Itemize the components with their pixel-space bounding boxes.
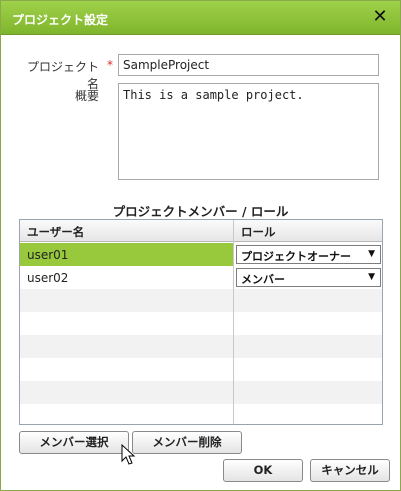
empty-row <box>20 358 382 381</box>
empty-row <box>20 381 382 404</box>
select-members-button[interactable]: メンバー選択 <box>19 431 129 454</box>
empty-row <box>20 289 382 312</box>
grid-header: ユーザー名 ロール <box>20 220 382 242</box>
role-select-value: プロジェクトオーナー <box>241 250 351 263</box>
close-icon[interactable]: ✕ <box>370 7 390 27</box>
role-select-value: メンバー <box>241 273 285 286</box>
required-mark: * <box>107 58 113 72</box>
role-select[interactable]: プロジェクトオーナー ▼ <box>236 245 381 264</box>
user-cell: user02 <box>27 271 69 285</box>
chevron-down-icon: ▼ <box>368 249 375 259</box>
summary-label: 概要 <box>74 89 99 103</box>
empty-row <box>20 312 382 335</box>
remove-member-button[interactable]: メンバー削除 <box>132 431 242 454</box>
table-row[interactable]: user02 メンバー ▼ <box>20 266 382 289</box>
column-header-username[interactable]: ユーザー名 <box>27 224 84 240</box>
members-section-title: プロジェクトメンバー / ロール <box>112 204 289 219</box>
members-grid: ユーザー名 ロール user01 プロジェクトオーナー ▼ user02 メンバ… <box>19 219 383 425</box>
column-divider <box>233 220 234 424</box>
project-name-input[interactable]: SampleProject <box>118 54 379 76</box>
chevron-down-icon: ▼ <box>368 272 375 282</box>
cancel-button[interactable]: キャンセル <box>310 459 390 482</box>
role-select[interactable]: メンバー ▼ <box>236 268 381 287</box>
column-header-role[interactable]: ロール <box>241 224 276 240</box>
dialog-titlebar[interactable]: プロジェクト設定 ✕ <box>1 1 400 35</box>
summary-textarea[interactable]: This is a sample project. <box>118 83 379 180</box>
empty-row <box>20 335 382 358</box>
user-cell: user01 <box>27 248 69 262</box>
project-settings-dialog: プロジェクト設定 ✕ プロジェクト名 * SampleProject 概要 Th… <box>0 0 401 491</box>
table-row[interactable]: user01 プロジェクトオーナー ▼ <box>20 243 382 266</box>
ok-button[interactable]: OK <box>223 459 303 482</box>
dialog-title: プロジェクト設定 <box>12 13 109 27</box>
mouse-cursor-icon <box>121 444 136 465</box>
empty-row <box>20 404 382 424</box>
